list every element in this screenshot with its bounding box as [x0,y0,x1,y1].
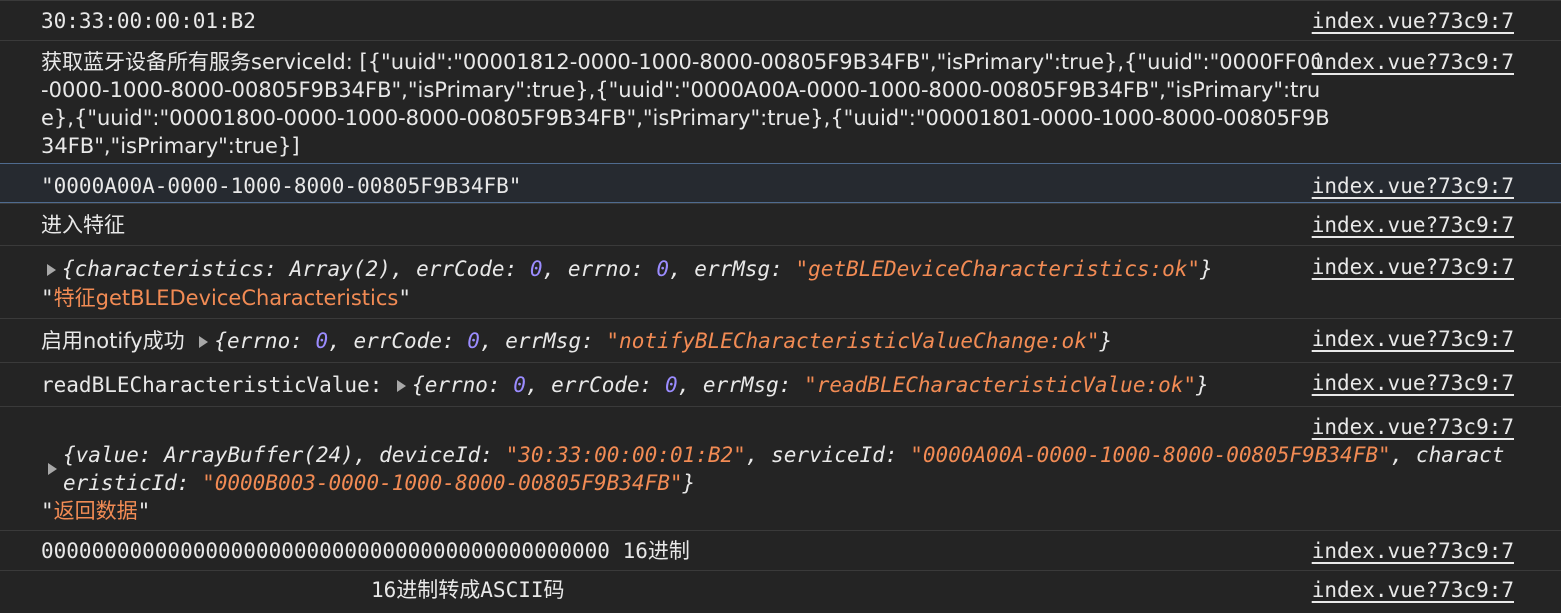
message-text: 获取蓝牙设备所有服务serviceId: [{"uuid":"00001812-… [41,48,1331,160]
source-link[interactable]: index.vue?73c9:7 [1312,7,1514,35]
quote-mark: " [41,286,54,310]
object-key: characteristics: [74,257,277,281]
object-value: 0 [513,373,526,397]
message-text: 16进制转成ASCII码 [371,578,565,602]
object-key: errCode: [416,257,518,281]
object-value: 0 [529,257,543,281]
object-key: errMsg: [702,373,792,397]
object-value: 0 [656,257,669,281]
source-link[interactable]: index.vue?73c9:7 [1312,413,1514,441]
console-message: 30:33:00:00:01:B2 index.vue?73c9:7 [0,0,1561,40]
source-link[interactable]: index.vue?73c9:7 [1312,576,1514,604]
expand-triangle-icon[interactable] [397,380,407,392]
object-key: errno: [567,257,644,281]
console-message: index.vue?73c9:7 {value: ArrayBuffer(24)… [0,406,1561,530]
expand-triangle-icon[interactable] [47,264,56,276]
expand-triangle-icon[interactable] [199,336,209,348]
message-text: 启用notify成功 {errno: 0, errCode: 0, errMsg… [41,329,1113,353]
object-key: errCode: [353,329,455,353]
source-link[interactable]: index.vue?73c9:7 [1312,369,1514,397]
console-message: 16进制转成ASCII码 index.vue?73c9:7 [0,570,1561,613]
object-value: 0 [315,329,329,353]
object-brace: } [1200,257,1213,281]
message-text: 进入特征 [41,213,125,237]
object-value: 0 [467,329,480,353]
source-link[interactable]: index.vue?73c9:7 [1312,325,1514,353]
source-link[interactable]: index.vue?73c9:7 [1312,253,1514,281]
object-value: "readBLECharacteristicValue:ok" [804,373,1197,397]
source-link[interactable]: index.vue?73c9:7 [1312,537,1514,565]
object-value: 0 [664,373,678,397]
message-text: "0000A00A-0000-1000-8000-00805F9B34FB" [41,174,522,198]
console-message: {characteristics: Array(2), errCode: 0, … [0,245,1561,318]
console-message: 启用notify成功 {errno: 0, errCode: 0, errMsg… [0,318,1561,362]
object-key: errMsg: [505,329,594,353]
object-value: ArrayBuffer(24) [164,443,354,467]
console-message: 进入特征 index.vue?73c9:7 [0,203,1561,245]
object-value: "0000A00A-0000-1000-8000-00805F9B34FB" [910,443,1391,467]
label-string: 返回数据 [53,499,138,523]
object-key: errMsg: [694,257,783,281]
message-label: "特征getBLEDeviceCharacteristics" [41,284,1331,312]
message-text: 30:33:00:00:01:B2 [41,9,256,33]
console-message: 0000000000000000000000000000000000000000… [0,530,1561,570]
message-prefix: 启用notify成功 [41,329,185,353]
source-link[interactable]: index.vue?73c9:7 [1312,172,1514,200]
expand-triangle-icon[interactable] [48,463,57,475]
message-text: 0000000000000000000000000000000000000000… [41,539,690,563]
message-label: "返回数据" [41,497,1331,525]
object-key: serviceId: [771,443,898,467]
object-key: deviceId: [379,443,493,467]
console-message: readBLECharacteristicValue: {errno: 0, e… [0,362,1561,406]
object-value: "notifyBLECharacteristicValueChange:ok" [606,329,1100,353]
source-link[interactable]: index.vue?73c9:7 [1312,211,1514,239]
object-brace: { [62,257,75,281]
object-value: Array(2) [289,257,391,281]
object-value: "0000B003-0000-1000-8000-00805F9B34FB" [202,471,683,495]
console-panel: 30:33:00:00:01:B2 index.vue?73c9:7 获取蓝牙设… [0,0,1561,613]
message-prefix: readBLECharacteristicValue: [41,373,383,397]
message-text: {value: ArrayBuffer(24), deviceId: "30:3… [63,443,1505,495]
object-key: errno: [227,329,303,353]
label-string: 特征getBLEDeviceCharacteristics [53,286,399,310]
object-value: "getBLEDeviceCharacteristics:ok" [795,257,1201,281]
object-key: errCode: [551,373,653,397]
quote-mark: " [137,499,151,523]
console-message: 获取蓝牙设备所有服务serviceId: [{"uuid":"00001812-… [0,40,1561,163]
quote-mark: " [41,499,54,523]
object-key: errno: [424,373,501,397]
console-message-selected[interactable]: "0000A00A-0000-1000-8000-00805F9B34FB" i… [0,163,1561,203]
source-link[interactable]: index.vue?73c9:7 [1312,48,1514,76]
message-text: readBLECharacteristicValue: {errno: 0, e… [41,373,1209,397]
object-key: value: [75,443,152,467]
quote-mark: " [398,286,411,310]
object-value: "30:33:00:00:01:B2" [505,443,746,467]
service-list-text: 获取蓝牙设备所有服务serviceId: [{"uuid":"00001812-… [41,50,1330,158]
message-text: {characteristics: Array(2), errCode: 0, … [45,255,1335,283]
